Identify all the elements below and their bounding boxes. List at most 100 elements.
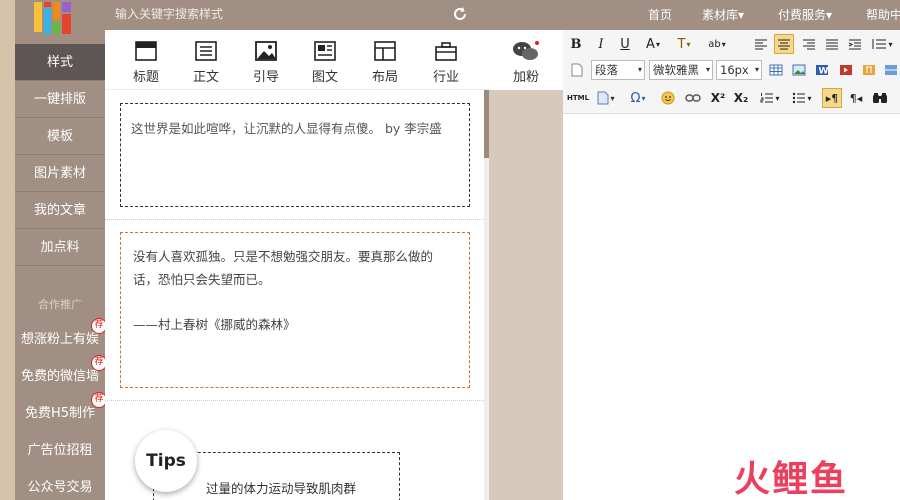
music-icon — [863, 65, 875, 75]
promo-link-ad-slot[interactable]: 广告位招租 — [15, 432, 105, 469]
logo-icon[interactable] — [28, 0, 78, 38]
find-replace-button[interactable] — [870, 88, 890, 108]
briefcase-icon — [435, 42, 457, 61]
unordered-list-button[interactable]: ▾ — [789, 88, 815, 108]
insert-music-button[interactable] — [860, 60, 878, 80]
line-height-button[interactable]: ▾ — [869, 34, 895, 54]
align-left-button[interactable] — [752, 34, 770, 54]
font-color-button[interactable]: A ▾ — [641, 34, 665, 54]
ordered-list-icon — [761, 93, 774, 103]
video-icon — [840, 65, 852, 75]
add-fans-button[interactable]: 加粉 — [489, 30, 563, 90]
card-text: 这世界是如此喧哗，让沉默的人显得有点傻。 by 李宗盛 — [131, 121, 442, 136]
justify-icon — [826, 39, 838, 50]
tips-badge: Tips — [135, 430, 197, 492]
promo-link-grow-fans[interactable]: 想涨粉上有娱荐 — [15, 318, 107, 358]
font-size-value: 16px — [720, 63, 749, 77]
font-family-select[interactable]: 微软雅黑 ▾ — [649, 60, 713, 80]
map-icon — [885, 65, 897, 75]
sidebar-section-title: 合作推广 — [38, 298, 82, 311]
sidebar-item-one-click-layout[interactable]: 一键排版 — [15, 81, 105, 118]
table-icon — [769, 64, 783, 76]
category-industry[interactable]: 行业 — [417, 30, 475, 90]
sidebar-item-label: 样式 — [46, 55, 73, 70]
link-icon — [685, 94, 701, 102]
align-center-icon — [778, 39, 790, 50]
nav-help[interactable]: 帮助中 — [866, 6, 900, 23]
text-transform-button[interactable]: ab ▾ — [703, 34, 731, 54]
category-image-text[interactable]: 图文 — [296, 30, 354, 90]
insert-image-button[interactable] — [790, 60, 808, 80]
sidebar-edge — [0, 0, 15, 500]
align-right-button[interactable] — [800, 34, 818, 54]
watermark-text: 火鲤鱼 — [734, 459, 849, 500]
indent-icon — [848, 39, 861, 50]
category-body[interactable]: 正文 — [177, 30, 235, 90]
body-text-icon — [195, 41, 217, 61]
special-chars-button[interactable]: Ω ▾ — [625, 88, 651, 108]
promo-label: 公众号交易 — [27, 480, 93, 495]
sidebar-item-my-articles[interactable]: 我的文章 — [15, 192, 105, 229]
underline-button[interactable]: U — [617, 34, 633, 54]
table-button[interactable] — [767, 60, 785, 80]
sidebar-item-styles[interactable]: 样式 — [15, 44, 105, 81]
card-text: 没有人喜欢孤独。只是不想勉强交朋友。要真那么做的话，恐怕只会失望而已。 — [133, 249, 434, 287]
justify-button[interactable] — [823, 34, 841, 54]
sidebar-item-label: 加点料 — [40, 240, 80, 255]
bold-button[interactable]: B — [568, 34, 584, 54]
emoji-button[interactable] — [659, 88, 677, 108]
rtl-direction-button[interactable]: ¶◂ — [847, 88, 865, 108]
italic-button[interactable]: I — [593, 34, 609, 54]
refresh-icon[interactable] — [451, 5, 469, 23]
paragraph-select[interactable]: 段落 ▾ — [591, 60, 645, 80]
sidebar-item-label: 我的文章 — [33, 203, 86, 218]
link-button[interactable] — [683, 88, 703, 108]
indent-button[interactable] — [846, 34, 864, 54]
line-height-icon — [872, 39, 887, 49]
category-guide[interactable]: 引导 — [237, 30, 295, 90]
html-source-button[interactable]: HTML — [567, 88, 589, 108]
clear-format-button[interactable] — [569, 60, 585, 80]
style-card-quote-2[interactable]: 没有人喜欢孤独。只是不想勉强交朋友。要真那么做的话，恐怕只会失望而已。 ——村上… — [120, 232, 470, 388]
category-label: 标题 — [132, 70, 159, 85]
ltr-direction-button[interactable]: ▸¶ — [822, 88, 842, 108]
ordered-list-button[interactable]: ▾ — [757, 88, 783, 108]
promo-label: 免费的微信墙 — [20, 369, 99, 384]
sidebar-item-extras[interactable]: 加点料 — [15, 229, 105, 266]
highlight-button[interactable]: T ▾ — [672, 34, 696, 54]
font-size-select[interactable]: 16px ▾ — [716, 60, 762, 80]
card-signature: ——村上春树《挪威的森林》 — [133, 317, 296, 332]
category-title[interactable]: 标题 — [117, 30, 175, 90]
insert-word-button[interactable]: W — [813, 60, 831, 80]
sidebar-item-image-materials[interactable]: 图片素材 — [15, 155, 105, 192]
sidebar-item-templates[interactable]: 模板 — [15, 118, 105, 155]
insert-map-button[interactable] — [883, 60, 899, 80]
layout-icon — [374, 41, 396, 61]
font-family-value: 微软雅黑 — [653, 63, 699, 77]
sidebar: 样式 一键排版 模板 图片素材 我的文章 加点料 合作推广 想涨粉上有娱荐 免费… — [0, 0, 107, 500]
category-layout[interactable]: 布局 — [356, 30, 414, 90]
nav-materials-dropdown[interactable]: 素材库▾ — [702, 6, 744, 23]
promo-link-account-trade[interactable]: 公众号交易 — [15, 469, 105, 500]
insert-file-button[interactable]: ▾ — [594, 88, 618, 108]
nav-home[interactable]: 首页 — [648, 6, 672, 23]
promo-link-wechat-wall[interactable]: 免费的微信墙荐 — [15, 355, 107, 395]
superscript-button[interactable]: X² — [709, 88, 727, 108]
align-center-button[interactable] — [774, 34, 794, 54]
promo-label: 广告位招租 — [27, 443, 93, 458]
subscript-button[interactable]: X₂ — [732, 88, 750, 108]
style-card-quote-1[interactable]: 这世界是如此喧哗，让沉默的人显得有点傻。 by 李宗盛 — [120, 103, 470, 207]
editor-content-area[interactable] — [563, 114, 900, 500]
separator — [105, 219, 484, 220]
category-label: 图文 — [311, 70, 338, 85]
category-label: 正文 — [192, 70, 219, 85]
svg-text:W: W — [819, 67, 829, 77]
promo-label: 免费H5制作 — [24, 406, 96, 421]
paragraph-value: 段落 — [595, 63, 618, 77]
promo-link-h5[interactable]: 免费H5制作荐 — [15, 392, 107, 432]
promo-label: 想涨粉上有娱 — [20, 332, 99, 347]
search-input[interactable] — [115, 3, 445, 25]
nav-paid-services-dropdown[interactable]: 付费服务▾ — [778, 6, 832, 23]
insert-video-button[interactable] — [837, 60, 855, 80]
category-label: 引导 — [252, 70, 279, 85]
